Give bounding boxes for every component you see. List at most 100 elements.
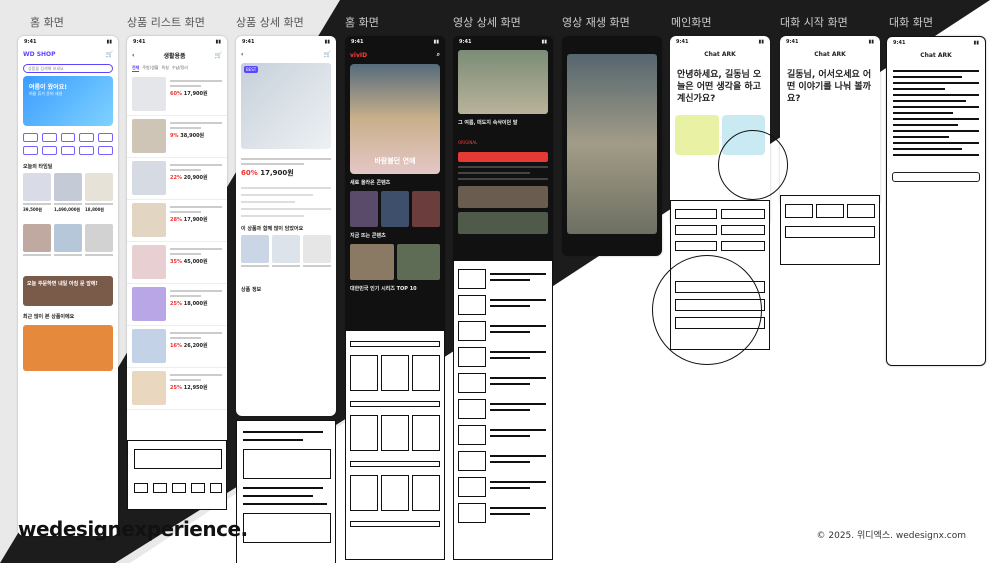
content-thumb[interactable]	[350, 191, 378, 227]
category-icon[interactable]	[79, 146, 95, 155]
video-title: 그 여름, 떠도지 속삭이던 말	[458, 120, 518, 126]
detail-price: 17,900원	[260, 169, 294, 177]
product-card[interactable]: 39,500원	[23, 173, 51, 221]
content-thumb[interactable]	[412, 191, 440, 227]
hero-poster[interactable]: 바람불던 연애	[350, 64, 440, 174]
status-bar: 9:41 ▮▮	[670, 36, 770, 48]
original-tag: ORIGINAL	[458, 140, 478, 145]
discount: 35%	[170, 259, 182, 265]
search-input[interactable]: 상품을 검색해 보세요	[23, 64, 113, 73]
chat-card[interactable]	[675, 115, 719, 155]
status-time: 9:41	[459, 39, 472, 45]
status-bar: 9:41 ▮▮	[345, 36, 445, 48]
product-card[interactable]: 1,490,000원	[54, 173, 82, 221]
content-thumb[interactable]	[381, 191, 409, 227]
column-label-video-home: 홈 화면	[345, 16, 379, 29]
price: 20,900원	[183, 175, 208, 181]
wireframe-chat-start	[780, 195, 880, 265]
episode-row	[453, 210, 553, 236]
video-thumbnail[interactable]	[458, 50, 548, 114]
product-card[interactable]	[303, 235, 331, 283]
product-price: 18,800원	[85, 207, 105, 212]
content-thumb[interactable]	[396, 244, 440, 280]
category-icon[interactable]	[41, 146, 57, 155]
episode-thumb[interactable]	[458, 212, 548, 234]
list-item[interactable]: 60% 17,900원	[127, 74, 227, 116]
category-icon[interactable]	[98, 146, 113, 155]
content-thumb[interactable]	[350, 244, 394, 280]
column-label-product-detail: 상품 상세 화면	[236, 16, 304, 29]
column-label-product-list: 상품 리스트 화면	[127, 16, 205, 29]
category-icon[interactable]	[60, 146, 76, 155]
cart-icon[interactable]: 🛒	[324, 51, 331, 58]
play-button[interactable]	[458, 152, 548, 162]
video-header: vivID ⌕	[345, 48, 445, 62]
list-item[interactable]: 35% 45,000원	[127, 242, 227, 284]
category-tabs: 전체 주방/생활 욕실 수납/정리	[127, 63, 227, 74]
product-card[interactable]	[23, 224, 51, 272]
product-card[interactable]	[85, 224, 113, 272]
list-item[interactable]: 25% 18,000원	[127, 284, 227, 326]
status-bar: 9:41 ▮▮	[18, 36, 118, 48]
search-icon[interactable]: ⌕	[437, 51, 440, 59]
battery-icon: ▮▮	[324, 39, 330, 45]
category-icon[interactable]	[79, 133, 95, 142]
category-icon[interactable]	[23, 146, 38, 155]
category-icon[interactable]	[60, 133, 76, 142]
product-main-image[interactable]: BEST	[241, 63, 331, 149]
shop-logo[interactable]: WD SHOP	[23, 51, 56, 58]
chat-input[interactable]	[892, 172, 980, 182]
cart-icon[interactable]: 🛒	[106, 51, 113, 58]
column-label-video-detail: 영상 상세 화면	[453, 16, 521, 29]
status-bar: 9:41 ▮▮	[780, 36, 880, 48]
video-player[interactable]	[567, 54, 657, 234]
list-item[interactable]: 9% 38,900원	[127, 116, 227, 158]
cart-icon[interactable]: 🛒	[215, 52, 222, 59]
status-time: 9:41	[676, 39, 689, 45]
column-label-shop-home: 홈 화면	[30, 16, 64, 29]
wireframe-product-list	[127, 440, 227, 510]
discount: 60%	[170, 91, 182, 97]
phone-video-detail: 9:41 ▮▮ 그 여름, 떠도지 속삭이던 말 ORIGINAL	[453, 36, 553, 276]
column-label-chat-screen: 대화 화면	[889, 16, 933, 29]
chat-title: Chat ARK	[814, 51, 846, 58]
delivery-banner[interactable]: 오늘 주문하면 내일 아침 문 앞에!	[23, 276, 113, 306]
list-item[interactable]: 16% 26,200원	[127, 326, 227, 368]
tab-kitchen[interactable]: 주방/생활	[142, 65, 158, 72]
category-icon[interactable]	[98, 133, 113, 142]
timedeal-products: 39,500원 1,490,000원 18,800원	[18, 173, 118, 272]
tab-all[interactable]: 전체	[132, 65, 140, 72]
vivid-logo[interactable]: vivID	[350, 52, 367, 59]
price: 18,000원	[183, 301, 208, 307]
episode-thumb[interactable]	[458, 186, 548, 208]
phone-product-list: 9:41 ▮▮ ‹ 생활용품 🛒 전체 주방/생활 욕실 수납/정리 60% 17…	[127, 36, 227, 456]
back-icon[interactable]: ‹	[132, 52, 134, 59]
price: 17,900원	[183, 217, 208, 223]
section-title-new: 새로 올라온 콘텐츠	[350, 180, 391, 186]
tab-bath[interactable]: 욕실	[161, 65, 168, 72]
product-price: 39,500원	[23, 207, 43, 212]
category-icon[interactable]	[23, 133, 38, 142]
product-card[interactable]: 18,800원	[85, 173, 113, 221]
status-time: 9:41	[242, 39, 255, 45]
list-item[interactable]: 22% 20,900원	[127, 158, 227, 200]
list-item[interactable]: 25% 12,950원	[127, 368, 227, 410]
product-card[interactable]	[54, 224, 82, 272]
product-card[interactable]	[272, 235, 300, 283]
category-icon-grid	[18, 128, 118, 160]
tab-storage[interactable]: 수납/정리	[172, 65, 188, 72]
list-item[interactable]: 28% 17,900원	[127, 200, 227, 242]
status-bar: 9:41 ▮▮	[236, 36, 336, 48]
section-title-trending: 지금 뜨는 콘텐츠	[350, 233, 386, 239]
promo-banner[interactable]: 여름이 왔어요! 여름 휴가 준비 세일	[23, 76, 113, 126]
wireframe-video-home	[345, 330, 445, 560]
battery-icon: ▮▮	[433, 39, 439, 45]
product-card[interactable]	[241, 235, 269, 283]
recent-product-image[interactable]	[23, 325, 113, 371]
category-icon[interactable]	[41, 133, 57, 142]
battery-icon: ▮▮	[973, 40, 979, 46]
status-time: 9:41	[351, 39, 364, 45]
back-icon[interactable]: ‹	[241, 51, 243, 58]
wireframe-product-detail	[236, 420, 336, 563]
price: 12,950원	[183, 385, 208, 391]
